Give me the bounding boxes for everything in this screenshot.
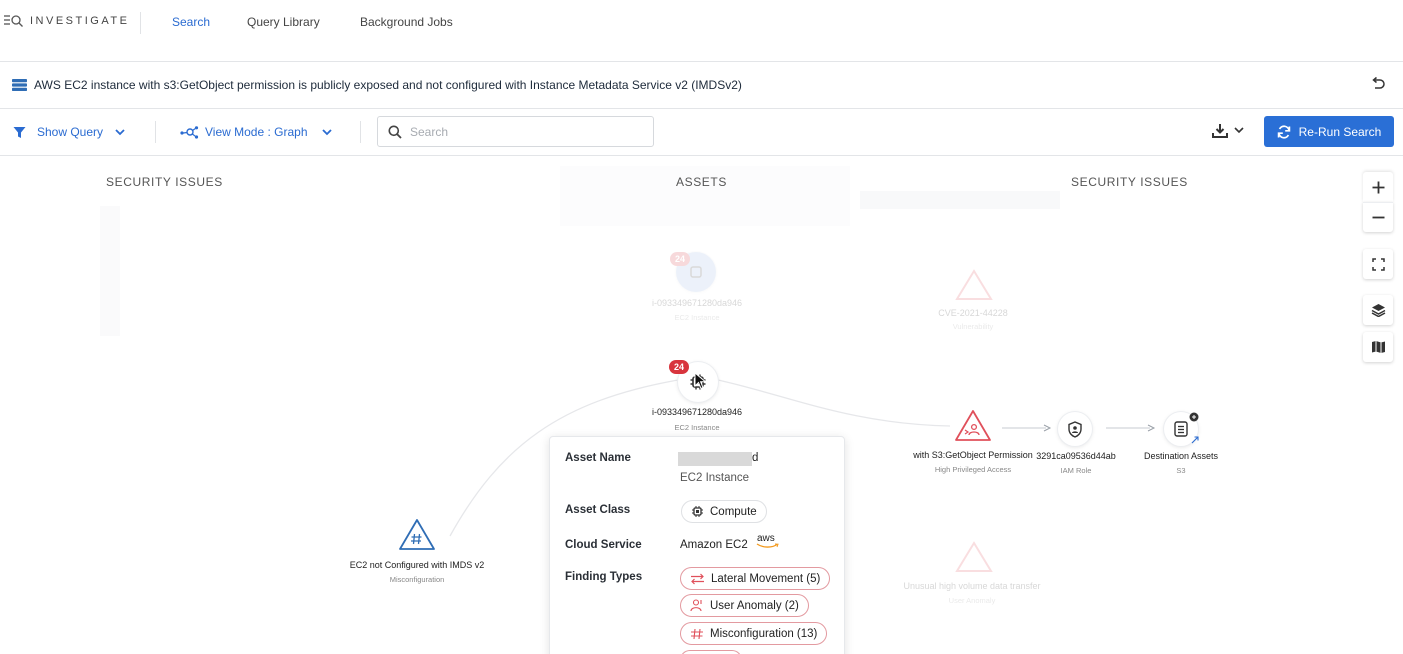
faded-cve-type: Vulnerability [952,322,994,331]
asset-name-type: EC2 Instance [680,472,750,484]
asset-class-chip[interactable]: Compute [681,500,767,523]
asset-class-label: Asset Class [565,504,631,516]
faded-cve-name: CVE-2021-44228 [938,308,1008,318]
cloud-service-label: Cloud Service [565,539,642,551]
privileged-access-icon [955,410,991,441]
investigate-icon [4,15,23,27]
toolbar: Show Query View Mode : Graph Search Re-R… [0,108,1403,156]
page-title: AWS EC2 instance with s3:GetObject permi… [34,78,742,92]
finding-chip-misconfiguration[interactable]: Misconfiguration (13) [680,622,828,645]
brand-label: INVESTIGATE [30,15,130,27]
rerun-search-label: Re-Run Search [1298,124,1382,139]
redacted-asset-name [678,452,752,466]
iam-role-circle[interactable] [1058,412,1092,446]
nav-divider [140,12,141,34]
aws-logo-icon: aws [756,533,780,549]
faded-anomaly-type: User Anomaly [948,596,996,605]
asset-name-suffix: d [752,452,759,464]
finding-count-badge: 24 [670,252,690,266]
iam-role-type: IAM Role [1060,466,1092,475]
user-anomaly-icon [955,541,993,572]
download-button[interactable] [1212,123,1244,138]
destination-assets-name: Destination Assets [1143,451,1219,461]
download-icon [1212,124,1228,138]
filter-icon [13,126,26,138]
misconfiguration-type: Misconfiguration [389,575,445,584]
show-query-button[interactable]: Show Query [13,125,125,139]
privileged-access-name: with S3:GetObject Permission [913,450,1033,460]
expand-icon [1191,436,1199,444]
destination-assets-type: S3 [1176,466,1186,475]
minimap-button[interactable] [1363,332,1393,362]
view-mode-label: View Mode : Graph [205,125,308,139]
show-query-label: Show Query [37,125,104,139]
chevron-down-icon [321,128,332,135]
iam-role-name: 3291ca09536d44ab [1036,451,1116,461]
tab-background-jobs[interactable]: Background Jobs [360,15,453,29]
chip-icon [692,506,703,517]
layers-button[interactable] [1363,295,1393,325]
finding-chip-partial[interactable] [680,650,742,654]
faded-asset-type: EC2 Instance [674,313,720,322]
misconfiguration-name: EC2 not Configured with IMDS v2 [349,560,485,570]
finding-chip-label: Misconfiguration (13) [710,627,818,640]
rerun-search-button[interactable]: Re-Run Search [1264,116,1394,147]
plus-icon [1372,181,1384,193]
tab-search[interactable]: Search [172,15,210,29]
search-box [377,116,654,147]
finding-chip-user-anomaly[interactable]: User Anomaly (2) [680,594,809,617]
undo-icon[interactable] [1370,76,1386,92]
finding-chip-label: User Anomaly (2) [710,599,799,612]
minus-icon [1372,216,1384,219]
brand: INVESTIGATE [4,14,129,28]
layers-icon [1371,304,1385,317]
finding-chip-lateral-movement[interactable]: Lateral Movement (5) [680,567,831,590]
top-nav: INVESTIGATE Search Query Library Backgro… [0,0,1403,44]
graph-view-icon [180,125,199,139]
misconfiguration-icon [399,519,435,550]
finding-count-badge: 24 [669,360,689,374]
finding-chip-label: Lateral Movement (5) [711,572,821,585]
zoom-in-button[interactable] [1363,172,1393,202]
chevron-down-icon [115,128,125,135]
faded-asset-name: i-093349671280da946 [651,298,743,308]
fit-to-screen-button[interactable] [1363,249,1393,279]
chevron-down-icon [1234,127,1244,134]
asset-node-type: EC2 Instance [674,423,720,432]
toolbar-divider [360,121,361,143]
asset-detail-popup: Asset Name d EC2 Instance Asset Class Co… [549,436,845,654]
asset-node-name: i-093349671280da946 [651,407,743,417]
search-input[interactable] [410,124,630,139]
database-icon [12,79,27,91]
tab-query-library[interactable]: Query Library [247,15,320,29]
refresh-icon [1277,124,1290,139]
asset-class-value: Compute [710,505,757,518]
faded-anomaly-name: Unusual high volume data transfer [903,581,1041,591]
vulnerability-icon [955,269,993,300]
user-anomaly-icon [690,599,702,612]
finding-types-label: Finding Types [565,571,643,583]
shield-user-icon [1068,420,1082,438]
map-icon [1371,341,1385,353]
toolbar-divider [155,121,156,143]
graph-canvas[interactable]: SECURITY ISSUES ASSETS SECURITY ISSUES 2… [0,156,1403,654]
privileged-access-type: High Privileged Access [934,465,1012,474]
view-mode-dropdown[interactable]: View Mode : Graph [180,125,332,139]
zoom-out-button[interactable] [1363,202,1393,232]
mouse-cursor-icon [694,372,707,390]
multiple-assets-icon [1189,412,1199,422]
storage-icon [1174,421,1188,437]
search-icon [388,125,402,139]
arrows-swap-icon [691,573,704,584]
cloud-service-value: Amazon EC2 [680,539,748,551]
fullscreen-icon [1371,257,1385,271]
asset-name-label: Asset Name [565,452,631,464]
misconfiguration-icon [691,628,703,639]
query-title-bar: AWS EC2 instance with s3:GetObject permi… [0,62,1403,108]
